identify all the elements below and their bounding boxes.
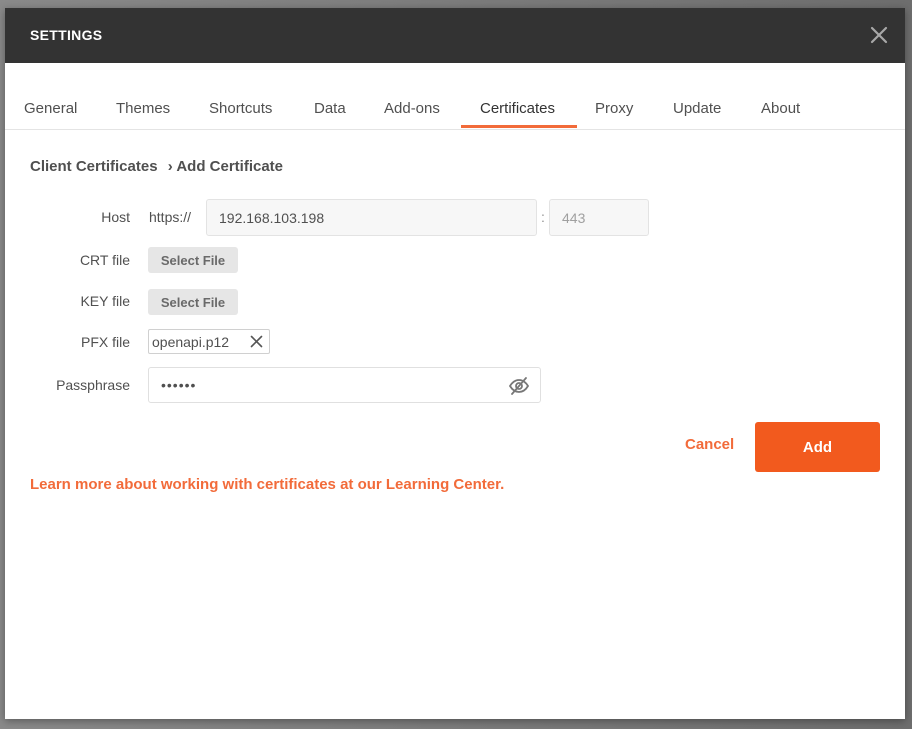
host-input[interactable]: 192.168.103.198 (206, 199, 537, 236)
pfx-file-label: PFX file (80, 334, 130, 350)
passphrase-value: •••••• (161, 377, 197, 393)
tab-about[interactable]: About (761, 100, 800, 117)
pfx-file-name: openapi.p12 (152, 333, 230, 350)
remove-file-icon[interactable] (250, 335, 263, 348)
port-input[interactable]: 443 (549, 199, 649, 236)
modal-header: SETTINGS (5, 8, 905, 63)
close-button[interactable] (867, 23, 891, 47)
tab-update[interactable]: Update (673, 100, 721, 117)
breadcrumb-current: › Add Certificate (167, 158, 284, 175)
modal-title: SETTINGS (30, 27, 103, 43)
passphrase-label: Passphrase (56, 377, 130, 393)
eye-slash-icon[interactable] (508, 376, 530, 396)
pfx-file-chip: openapi.p12 (148, 329, 270, 354)
tab-data[interactable]: Data (314, 100, 346, 117)
tab-themes[interactable]: Themes (116, 100, 170, 117)
breadcrumb-parent[interactable]: Client Certificates (30, 158, 158, 175)
tab-shortcuts[interactable]: Shortcuts (209, 100, 272, 117)
tab-general[interactable]: General (24, 100, 77, 117)
key-file-label: KEY file (80, 293, 130, 309)
active-tab-indicator (461, 125, 577, 128)
tab-proxy[interactable]: Proxy (595, 100, 633, 117)
tab-add-ons[interactable]: Add-ons (384, 100, 440, 117)
settings-tabs: General Themes Shortcuts Data Add-ons Ce… (5, 63, 905, 130)
tab-certificates[interactable]: Certificates (480, 100, 555, 117)
close-icon (870, 26, 888, 44)
add-button[interactable]: Add (755, 422, 880, 472)
breadcrumb: Client Certificates › Add Certificate (30, 158, 289, 175)
settings-modal: SETTINGS General Themes Shortcuts Data A… (5, 8, 905, 719)
port-separator: : (541, 209, 545, 225)
crt-select-file-button[interactable]: Select File (148, 247, 238, 273)
key-select-file-button[interactable]: Select File (148, 289, 238, 315)
host-label: Host (101, 209, 130, 225)
host-prefix: https:// (149, 209, 192, 225)
passphrase-input[interactable]: •••••• (148, 367, 541, 403)
learning-center-link[interactable]: Learn more about working with certificat… (30, 476, 504, 493)
cancel-button[interactable]: Cancel (685, 436, 734, 453)
crt-file-label: CRT file (79, 252, 130, 268)
